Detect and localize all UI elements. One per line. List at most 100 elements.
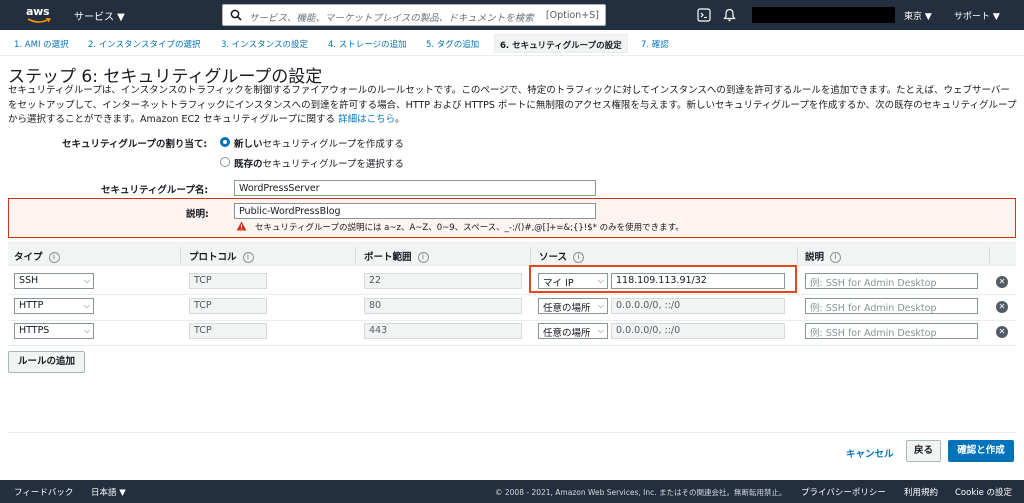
support-menu[interactable]: サポート ▼ xyxy=(954,9,1000,22)
rule-description-field[interactable]: 例: SSH for Admin Desktop xyxy=(805,298,978,314)
services-menu[interactable]: サービス ▼ xyxy=(74,8,125,23)
description-suffix: 。 xyxy=(395,114,405,125)
group-desc-field[interactable] xyxy=(234,203,596,219)
header-source[interactable]: ソース i xyxy=(539,249,585,263)
radio-new-label[interactable]: 新しいセキュリティグループを作成する xyxy=(234,136,404,150)
language-menu[interactable]: 日本語 ▼ xyxy=(91,486,126,498)
delete-rule-icon[interactable]: ✕ xyxy=(996,276,1008,288)
info-icon[interactable]: i xyxy=(417,252,429,263)
header-protocol[interactable]: プロトコル i xyxy=(189,249,254,263)
select-caret-icon: ⌵ xyxy=(597,326,604,335)
cookie-settings-link[interactable]: Cookie の設定 xyxy=(955,486,1012,498)
group-name-label: セキュリティグループ名: xyxy=(101,185,209,196)
details-link[interactable]: 詳細はこちら xyxy=(338,114,395,125)
bell-icon[interactable] xyxy=(723,8,736,22)
review-and-launch-button[interactable]: 確認と作成 xyxy=(948,440,1014,462)
row-divider xyxy=(8,294,1016,295)
rule-description-field[interactable]: 例: SSH for Admin Desktop xyxy=(805,273,978,289)
column-divider[interactable] xyxy=(797,247,798,263)
step-configure-instance[interactable]: 3. インスタンスの設定 xyxy=(221,38,308,50)
delete-rule-icon[interactable]: ✕ xyxy=(996,326,1008,338)
column-divider[interactable] xyxy=(530,247,531,263)
source-cidr-field: 0.0.0.0/0, ::/0 xyxy=(611,298,785,314)
row-divider xyxy=(8,320,1016,321)
header-type[interactable]: タイプ i xyxy=(14,249,60,263)
info-icon[interactable]: i xyxy=(242,252,254,263)
step-instance-type[interactable]: 2. インスタンスタイプの選択 xyxy=(88,38,200,50)
radio-existing-group[interactable] xyxy=(220,157,230,167)
source-cidr-field: 0.0.0.0/0, ::/0 xyxy=(611,323,785,339)
type-value: SSH xyxy=(19,275,39,286)
page-description: セキュリティグループは、インスタンスのトラフィックを制御するファイアウォールのル… xyxy=(8,84,1018,128)
feedback-link[interactable]: フィードバック xyxy=(14,486,73,498)
step-review[interactable]: 7. 確認 xyxy=(641,38,669,50)
info-icon[interactable]: i xyxy=(830,252,842,263)
radio-new-group[interactable] xyxy=(220,137,230,147)
step-ami[interactable]: 1. AMI の選択 xyxy=(14,38,69,50)
source-highlight-annotation xyxy=(529,265,797,293)
select-caret-icon: ⌵ xyxy=(597,301,604,310)
cancel-button[interactable]: キャンセル xyxy=(846,446,894,460)
group-name-field[interactable] xyxy=(234,180,596,196)
select-caret-icon: ⌵ xyxy=(83,301,90,310)
warning-text: セキュリティグループの説明には a~z、A~Z、0~9、スペース、_-:/()#… xyxy=(255,223,684,233)
description-text: セキュリティグループは、インスタンスのトラフィックを制御するファイアウォールのル… xyxy=(8,85,1017,125)
column-divider[interactable] xyxy=(180,247,181,263)
back-button[interactable]: 戻る xyxy=(906,440,941,462)
header-desc-text: 説明 xyxy=(805,252,825,263)
header-source-text: ソース xyxy=(539,252,568,263)
column-divider[interactable] xyxy=(989,247,990,263)
source-select-value: 任意の場所 xyxy=(543,303,591,314)
type-value: HTTP xyxy=(19,300,44,311)
aws-logo[interactable]: aws xyxy=(26,5,52,25)
step-storage[interactable]: 4. ストレージの追加 xyxy=(328,38,407,50)
footer: フィードバック 日本語 ▼ © 2008 - 2021, Amazon Web … xyxy=(0,480,1024,503)
source-select[interactable]: 任意の場所 ⌵ xyxy=(538,298,608,314)
radio-new-bold: 新しい xyxy=(234,139,263,150)
wizard-steps: 1. AMI の選択 2. インスタンスタイプの選択 3. インスタンスの設定 … xyxy=(0,30,1024,56)
cloudshell-icon[interactable] xyxy=(697,8,711,22)
header-type-text: タイプ xyxy=(14,252,43,263)
radio-new-rest: セキュリティグループを作成する xyxy=(262,139,404,150)
select-caret-icon: ⌵ xyxy=(83,326,90,335)
info-icon[interactable]: i xyxy=(48,252,60,263)
protocol-field: TCP xyxy=(189,323,267,339)
source-select-value: 任意の場所 xyxy=(543,328,591,339)
radio-existing-rest: セキュリティグループを選択する xyxy=(262,159,404,170)
copyright-text: © 2008 - 2021, Amazon Web Services, Inc.… xyxy=(495,488,787,497)
rules-table-header: タイプ i プロトコル i ポート範囲 i ソース i 説明 i xyxy=(8,242,1016,266)
type-value: HTTPS xyxy=(19,325,50,336)
port-field: 22 xyxy=(364,273,522,289)
type-select[interactable]: HTTPS ⌵ xyxy=(14,323,94,339)
header-description[interactable]: 説明 i xyxy=(805,249,842,263)
warning-icon xyxy=(236,221,247,231)
add-rule-button[interactable]: ルールの追加 xyxy=(8,351,85,373)
radio-existing-label[interactable]: 既存のセキュリティグループを選択する xyxy=(234,156,404,170)
column-divider[interactable] xyxy=(355,247,356,263)
info-icon[interactable]: i xyxy=(573,252,585,263)
header-port-range[interactable]: ポート範囲 i xyxy=(364,249,429,263)
step-security-group[interactable]: 6. セキュリティグループの設定 xyxy=(494,34,628,53)
step-tags[interactable]: 5. タグの追加 xyxy=(426,38,479,50)
delete-rule-icon[interactable]: ✕ xyxy=(996,301,1008,313)
region-menu[interactable]: 東京 ▼ xyxy=(904,9,932,22)
assign-label: セキュリティグループの割り当て: xyxy=(62,139,208,150)
row-divider xyxy=(8,345,1016,346)
header-protocol-text: プロトコル xyxy=(189,252,237,263)
account-name-redacted[interactable] xyxy=(752,7,895,23)
terms-link[interactable]: 利用規約 xyxy=(904,486,938,498)
port-field: 80 xyxy=(364,298,522,314)
search-input[interactable]: サービス、機能、マーケットプレイスの製品、ドキュメントを検索 [Option+S… xyxy=(222,4,606,26)
search-placeholder: サービス、機能、マーケットプレイスの製品、ドキュメントを検索 xyxy=(249,13,534,24)
privacy-link[interactable]: プライバシーポリシー xyxy=(801,486,886,498)
source-select[interactable]: 任意の場所 ⌵ xyxy=(538,323,608,339)
aws-logo-text: aws xyxy=(26,5,50,18)
search-shortcut: [Option+S] xyxy=(545,10,599,21)
select-caret-icon: ⌵ xyxy=(83,276,90,285)
type-select[interactable]: HTTP ⌵ xyxy=(14,298,94,314)
type-select[interactable]: SSH ⌵ xyxy=(14,273,94,289)
top-navigation: aws サービス ▼ サービス、機能、マーケットプレイスの製品、ドキュメントを検… xyxy=(0,0,1024,30)
protocol-field: TCP xyxy=(189,298,267,314)
search-icon xyxy=(230,9,242,21)
rule-description-field[interactable]: 例: SSH for Admin Desktop xyxy=(805,323,978,339)
